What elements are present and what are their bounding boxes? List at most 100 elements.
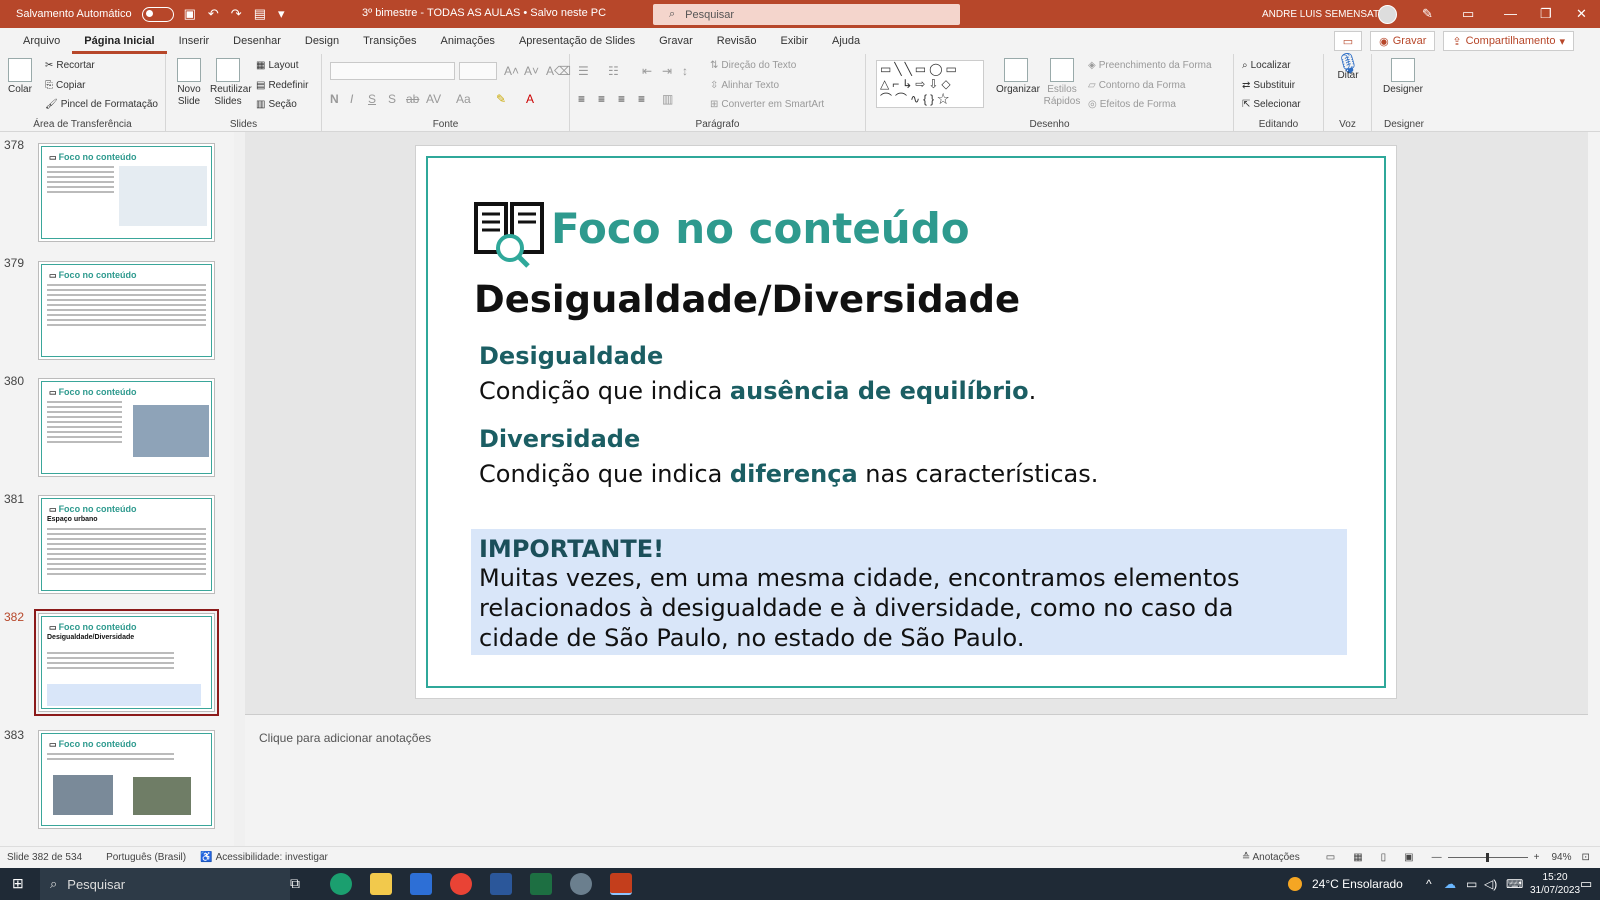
normal-view-icon[interactable]: ▭	[1326, 852, 1335, 863]
slide-thumbnail-378[interactable]: Foco no conteúdo	[38, 143, 215, 242]
close-icon[interactable]: ✕	[1576, 6, 1587, 22]
quick-styles-button[interactable]: Estilos Rápidos	[1042, 58, 1082, 108]
taskbar-search[interactable]: ⌕ Pesquisar	[40, 868, 290, 900]
task-view-icon[interactable]: ⧉	[290, 875, 300, 892]
align-center-icon[interactable]: ≡	[598, 92, 605, 106]
slide-thumbnail-380[interactable]: Foco no conteúdo	[38, 378, 215, 477]
reuse-slides-button[interactable]: Reutilizar Slides	[210, 58, 252, 108]
chrome-icon[interactable]	[450, 873, 472, 895]
align-left-icon[interactable]: ≡	[578, 92, 585, 106]
notes-pane[interactable]: Clique para adicionar anotações	[245, 714, 1588, 846]
tab-inserir[interactable]: Inserir	[167, 28, 222, 54]
tray-chevron-icon[interactable]: ^	[1426, 877, 1432, 891]
spacing-icon[interactable]: AV	[426, 92, 441, 106]
ribbon-display-icon[interactable]: ▭	[1462, 6, 1474, 22]
shape-fill-button[interactable]: ◈ Preenchimento da Forma	[1088, 60, 1212, 71]
tab-pagina-inicial[interactable]: Página Inicial	[72, 28, 167, 54]
tab-arquivo[interactable]: Arquivo	[11, 28, 72, 54]
text-direction-button[interactable]: ⇅ Direção do Texto	[710, 60, 796, 71]
highlight-icon[interactable]: ✎	[496, 92, 506, 106]
find-button[interactable]: ⌕ Localizar	[1242, 60, 1291, 71]
weather-text[interactable]: 24°C Ensolarado	[1312, 877, 1403, 891]
language[interactable]: Português (Brasil)	[106, 852, 186, 863]
smartart-button[interactable]: ⊞ Converter em SmartArt	[710, 99, 824, 110]
redo-icon[interactable]: ↷	[231, 6, 242, 22]
tab-ajuda[interactable]: Ajuda	[820, 28, 872, 54]
layout-button[interactable]: ▦ Layout	[256, 60, 298, 71]
volume-icon[interactable]: ◁)	[1484, 877, 1497, 891]
slide-thumbnail-pane[interactable]: 378 Foco no conteúdo 379 Foco no conteúd…	[0, 132, 245, 846]
shapes-gallery[interactable]: ▭╲╲▭◯▭ △⌐↳⇨⇩◇ ⌒⌒∿{}☆	[876, 60, 984, 108]
dictate-button[interactable]: 🎙 Ditar	[1332, 54, 1364, 82]
present-icon[interactable]: ▤	[254, 6, 266, 22]
numbering-icon[interactable]: ☷	[608, 64, 619, 78]
weather-icon[interactable]	[1288, 877, 1302, 891]
tab-transicoes[interactable]: Transições	[351, 28, 428, 54]
decrease-indent-icon[interactable]: ⇤	[642, 64, 652, 78]
save-icon[interactable]: ▣	[184, 6, 196, 22]
shape-outline-button[interactable]: ▱ Contorno da Forma	[1088, 80, 1185, 91]
notification-icon[interactable]: ▭	[1580, 876, 1592, 892]
slide-scrollbar[interactable]	[1588, 132, 1600, 846]
avatar[interactable]	[1378, 5, 1397, 24]
clock[interactable]: 15:20 31/07/2023	[1530, 871, 1580, 897]
user-name[interactable]: ANDRE LUIS SEMENSATO	[1262, 9, 1387, 20]
accessibility-status[interactable]: Acessibilidade: investigar	[216, 852, 328, 863]
designer-button[interactable]: Designer	[1380, 58, 1426, 96]
case-icon[interactable]: Aa	[456, 92, 471, 106]
reading-view-icon[interactable]: ▯	[1381, 852, 1387, 863]
fit-slide-icon[interactable]: ⊡	[1581, 852, 1589, 863]
line-spacing-icon[interactable]: ↕	[682, 64, 688, 78]
cut-button[interactable]: ✂ Recortar	[45, 60, 95, 71]
new-slide-button[interactable]: Novo Slide	[174, 58, 204, 108]
underline-icon[interactable]: S	[368, 92, 376, 106]
strikethrough-icon[interactable]: ab	[406, 92, 419, 106]
bullets-icon[interactable]: ☰	[578, 64, 589, 78]
columns-icon[interactable]: ▥	[662, 92, 673, 106]
replace-button[interactable]: ⇄ Substituir	[1242, 80, 1295, 91]
settings-app-icon[interactable]	[570, 873, 592, 895]
autosave-toggle[interactable]	[141, 6, 174, 22]
select-button[interactable]: ⇱ Selecionar	[1242, 99, 1301, 110]
keyboard-icon[interactable]: ⌨	[1506, 877, 1523, 891]
pen-icon[interactable]: ✎	[1422, 6, 1433, 22]
comments-button[interactable]: ▭	[1333, 31, 1363, 51]
increase-indent-icon[interactable]: ⇥	[662, 64, 672, 78]
font-size-select[interactable]	[459, 62, 497, 80]
record-button[interactable]: ◉ Gravar	[1370, 31, 1436, 51]
onedrive-icon[interactable]: ☁	[1444, 877, 1456, 891]
minimize-icon[interactable]: —	[1504, 6, 1517, 21]
notes-toggle[interactable]: ≙ Anotações	[1242, 852, 1300, 863]
thumbnail-scrollbar[interactable]	[234, 132, 245, 846]
zoom-out-icon[interactable]: —	[1432, 852, 1442, 863]
slide-thumbnail-382[interactable]: Foco no conteúdo Desigualdade/Diversidade	[34, 609, 219, 716]
justify-icon[interactable]: ≡	[638, 92, 645, 106]
format-painter-button[interactable]: 🖌 Pincel de Formatação	[45, 99, 158, 110]
tab-desenhar[interactable]: Desenhar	[221, 28, 293, 54]
powerpoint-icon[interactable]	[610, 873, 632, 895]
slide-thumbnail-381[interactable]: Foco no conteúdo Espaço urbano	[38, 495, 215, 594]
tab-gravar[interactable]: Gravar	[647, 28, 705, 54]
slide-thumbnail-383[interactable]: Foco no conteúdo	[38, 730, 215, 829]
slide-thumbnail-379[interactable]: Foco no conteúdo	[38, 261, 215, 360]
undo-icon[interactable]: ↶	[208, 6, 219, 22]
network-icon[interactable]: ▭	[1466, 877, 1477, 891]
clear-format-icon[interactable]: A⌫	[546, 64, 571, 78]
section-button[interactable]: ▥ Seção	[256, 99, 297, 110]
font-color-icon[interactable]: A	[526, 92, 534, 106]
store-icon[interactable]	[410, 873, 432, 895]
tab-design[interactable]: Design	[293, 28, 351, 54]
zoom-level[interactable]: 94%	[1551, 852, 1571, 863]
font-family-select[interactable]	[330, 62, 455, 80]
shape-effects-button[interactable]: ◎ Efeitos de Forma	[1088, 99, 1176, 110]
search-input[interactable]: ⌕ Pesquisar	[653, 4, 960, 25]
tab-exibir[interactable]: Exibir	[769, 28, 821, 54]
excel-icon[interactable]	[530, 873, 552, 895]
tab-revisao[interactable]: Revisão	[705, 28, 769, 54]
zoom-in-icon[interactable]: +	[1534, 852, 1540, 863]
tab-apresentacao[interactable]: Apresentação de Slides	[507, 28, 647, 54]
word-icon[interactable]	[490, 873, 512, 895]
slideshow-view-icon[interactable]: ▣	[1404, 852, 1413, 863]
maximize-icon[interactable]: ❐	[1540, 6, 1552, 22]
zoom-slider-thumb[interactable]	[1485, 853, 1489, 862]
